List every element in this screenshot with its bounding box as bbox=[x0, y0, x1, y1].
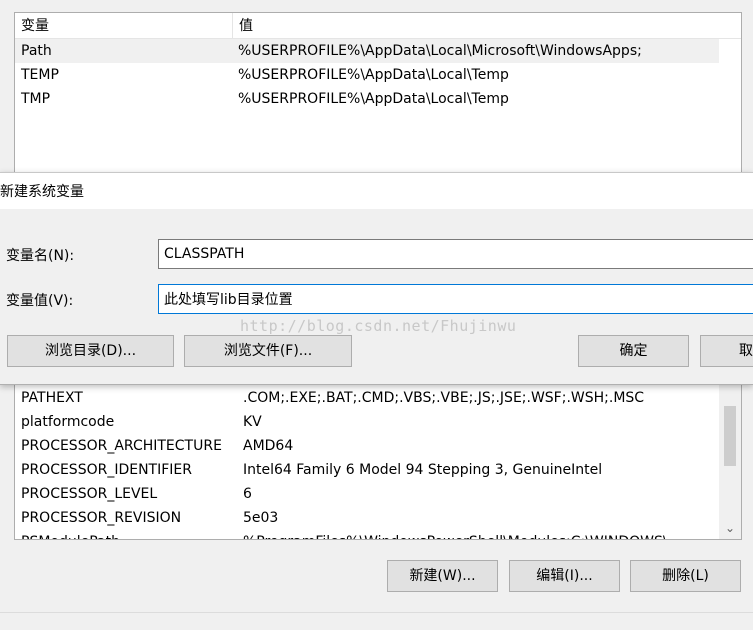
scroll-thumb[interactable] bbox=[724, 406, 736, 466]
variable-name: PATHEXT bbox=[21, 390, 83, 406]
table-row[interactable]: platformcode KV bbox=[15, 410, 719, 434]
new-system-variable-dialog: 新建系统变量 变量名(N): 变量值(V): http://blog.csdn.… bbox=[0, 172, 753, 385]
variable-value: AMD64 bbox=[243, 438, 294, 454]
table-row[interactable]: PROCESSOR_REVISION 5e03 bbox=[15, 506, 719, 530]
watermark: http://blog.csdn.net/Fhujinwu bbox=[240, 317, 517, 335]
column-header-value[interactable]: 值 bbox=[233, 13, 253, 39]
variable-value: KV bbox=[243, 414, 262, 430]
divider bbox=[0, 612, 753, 613]
table-row[interactable]: PATHEXT .COM;.EXE;.BAT;.CMD;.VBS;.VBE;.J… bbox=[15, 386, 719, 410]
system-variables-list[interactable]: PATHEXT .COM;.EXE;.BAT;.CMD;.VBS;.VBE;.J… bbox=[14, 384, 742, 540]
variable-name: PROCESSOR_LEVEL bbox=[21, 486, 158, 502]
variable-name: PROCESSOR_IDENTIFIER bbox=[21, 462, 192, 478]
variable-name: PROCESSOR_REVISION bbox=[21, 510, 182, 526]
variable-name: platformcode bbox=[21, 414, 115, 430]
variable-name-input[interactable] bbox=[158, 239, 753, 269]
system-variable-rows: PATHEXT .COM;.EXE;.BAT;.CMD;.VBS;.VBE;.J… bbox=[15, 386, 719, 539]
dialog-titlebar[interactable]: 新建系统变量 bbox=[0, 173, 753, 209]
browse-directory-button[interactable]: 浏览目录(D)... bbox=[7, 335, 174, 367]
variable-name: TEMP bbox=[21, 67, 59, 83]
new-variable-button[interactable]: 新建(W)... bbox=[387, 560, 498, 592]
variable-name: Path bbox=[21, 43, 52, 59]
browse-file-button[interactable]: 浏览文件(F)... bbox=[184, 335, 352, 367]
variable-name-row: 变量名(N): bbox=[0, 239, 753, 269]
table-row[interactable]: Path %USERPROFILE%\AppData\Local\Microso… bbox=[15, 39, 719, 63]
dialog-title: 新建系统变量 bbox=[0, 184, 84, 200]
variable-value: %USERPROFILE%\AppData\Local\Temp bbox=[238, 67, 509, 83]
table-row[interactable]: PROCESSOR_IDENTIFIER Intel64 Family 6 Mo… bbox=[15, 458, 719, 482]
variable-name: PSModulePath bbox=[15, 530, 238, 539]
chevron-down-icon[interactable]: ⌄ bbox=[719, 520, 741, 536]
table-row[interactable]: TMP %USERPROFILE%\AppData\Local\Temp bbox=[15, 87, 741, 111]
variable-value: 5e03 bbox=[243, 510, 279, 526]
edit-variable-button[interactable]: 编辑(I)... bbox=[509, 560, 620, 592]
ok-button[interactable]: 确定 bbox=[578, 335, 689, 367]
variable-value-input[interactable] bbox=[158, 284, 753, 314]
table-row[interactable]: PSModulePath %ProgramFiles%\WindowsPower… bbox=[15, 530, 719, 539]
variable-value: Intel64 Family 6 Model 94 Stepping 3, Ge… bbox=[243, 462, 603, 478]
variable-value-row: 变量值(V): bbox=[0, 284, 753, 314]
variable-name-label: 变量名(N): bbox=[6, 248, 75, 264]
vertical-scrollbar[interactable]: ⌄ bbox=[719, 384, 741, 539]
variable-value-label: 变量值(V): bbox=[6, 293, 74, 309]
variable-value: %USERPROFILE%\AppData\Local\Microsoft\Wi… bbox=[238, 43, 642, 59]
user-variables-list[interactable]: 变量 值 Path %USERPROFILE%\AppData\Local\Mi… bbox=[14, 12, 742, 187]
variable-value: .COM;.EXE;.BAT;.CMD;.VBS;.VBE;.JS;.JSE;.… bbox=[243, 390, 645, 406]
list-header: 变量 值 bbox=[15, 13, 741, 39]
cancel-button[interactable]: 取消 bbox=[700, 335, 753, 367]
variable-name: PROCESSOR_ARCHITECTURE bbox=[21, 438, 222, 454]
table-row[interactable]: TEMP %USERPROFILE%\AppData\Local\Temp bbox=[15, 63, 741, 87]
variable-value: %ProgramFiles%\WindowsPowerShell\Modules… bbox=[238, 530, 668, 539]
variable-name: TMP bbox=[21, 91, 51, 107]
column-header-variable[interactable]: 变量 bbox=[15, 13, 233, 39]
table-row[interactable]: PROCESSOR_ARCHITECTURE AMD64 bbox=[15, 434, 719, 458]
delete-variable-button[interactable]: 删除(L) bbox=[630, 560, 741, 592]
variable-value: 6 bbox=[243, 486, 252, 502]
variable-value: %USERPROFILE%\AppData\Local\Temp bbox=[238, 91, 509, 107]
table-row[interactable]: PROCESSOR_LEVEL 6 bbox=[15, 482, 719, 506]
